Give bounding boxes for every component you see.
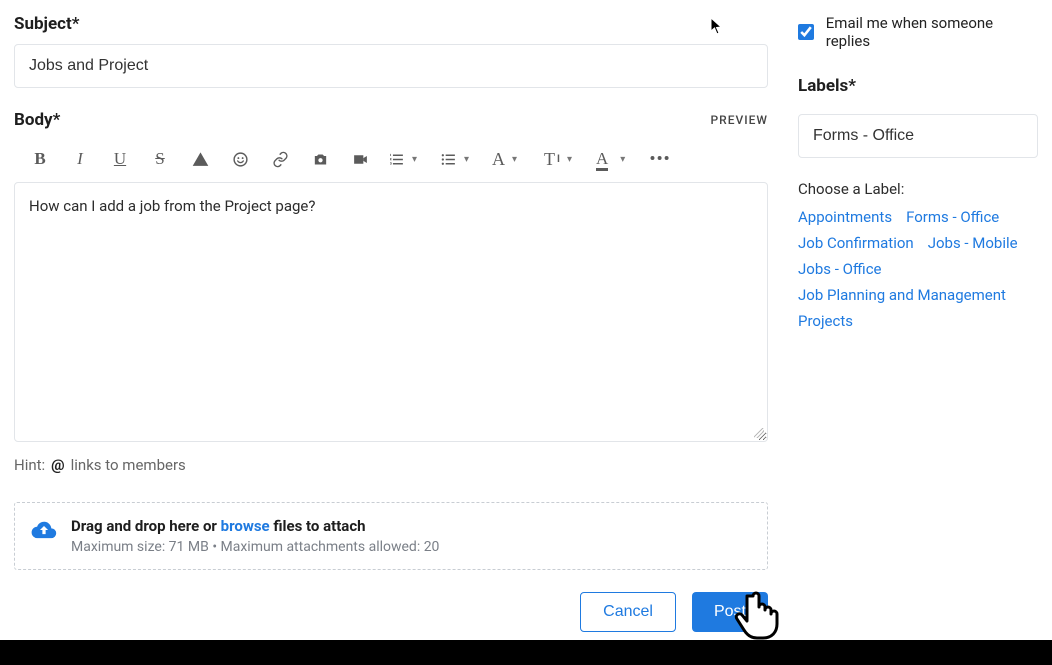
italic-button[interactable]: I [60,142,100,176]
editor-toolbar: B I U S ▾ ▾ [14,136,768,182]
cancel-button[interactable]: Cancel [580,592,676,632]
label-tag[interactable]: Job Confirmation [798,234,914,252]
bold-button[interactable]: B [20,142,60,176]
more-button[interactable]: ••• [640,142,680,176]
label-tag[interactable]: Projects [798,312,853,330]
subject-input[interactable] [14,44,768,88]
font-size-button[interactable]: TI▾ [536,142,588,176]
post-button[interactable]: Post [692,592,768,632]
emoji-button[interactable] [220,142,260,176]
ordered-list-button[interactable]: ▾ [380,142,432,176]
body-editor[interactable]: How can I add a job from the Project pag… [14,182,768,442]
label-tag[interactable]: Forms - Office [906,208,999,226]
dropzone-title: Drag and drop here or browse files to at… [71,517,439,535]
labels-heading: Labels* [798,76,1038,96]
unordered-list-button[interactable]: ▾ [432,142,484,176]
footer-bar [0,640,1052,665]
strikethrough-button[interactable]: S [140,142,180,176]
font-color-button[interactable]: A▾ [588,142,640,176]
label-tag[interactable]: Appointments [798,208,892,226]
preview-toggle[interactable]: PREVIEW [711,113,768,127]
hint-text: Hint: @ links to members [14,456,768,474]
email-me-checkbox[interactable] [798,24,814,40]
warning-icon[interactable] [180,142,220,176]
label-tag[interactable]: Jobs - Mobile [928,234,1018,252]
label-tag[interactable]: Jobs - Office [798,260,882,278]
label-tag[interactable]: Job Planning and Management [798,286,1006,304]
attachment-dropzone[interactable]: Drag and drop here or browse files to at… [14,502,768,570]
labels-input[interactable] [798,114,1038,158]
underline-button[interactable]: U [100,142,140,176]
choose-label-heading: Choose a Label: [798,180,1038,198]
label-tag-list: Appointments Forms - Office Job Confirmati… [798,208,1038,330]
body-label: Body* [14,110,60,130]
subject-label: Subject* [14,14,768,34]
email-me-label: Email me when someone replies [826,14,1038,50]
email-me-row[interactable]: Email me when someone replies [798,14,1038,50]
video-button[interactable] [340,142,380,176]
dropzone-limits: Maximum size: 71 MB • Maximum attachment… [71,539,439,555]
camera-button[interactable] [300,142,340,176]
link-button[interactable] [260,142,300,176]
cloud-upload-icon [31,519,57,541]
font-family-button[interactable]: A▾ [484,142,536,176]
browse-link[interactable]: browse [221,517,270,535]
